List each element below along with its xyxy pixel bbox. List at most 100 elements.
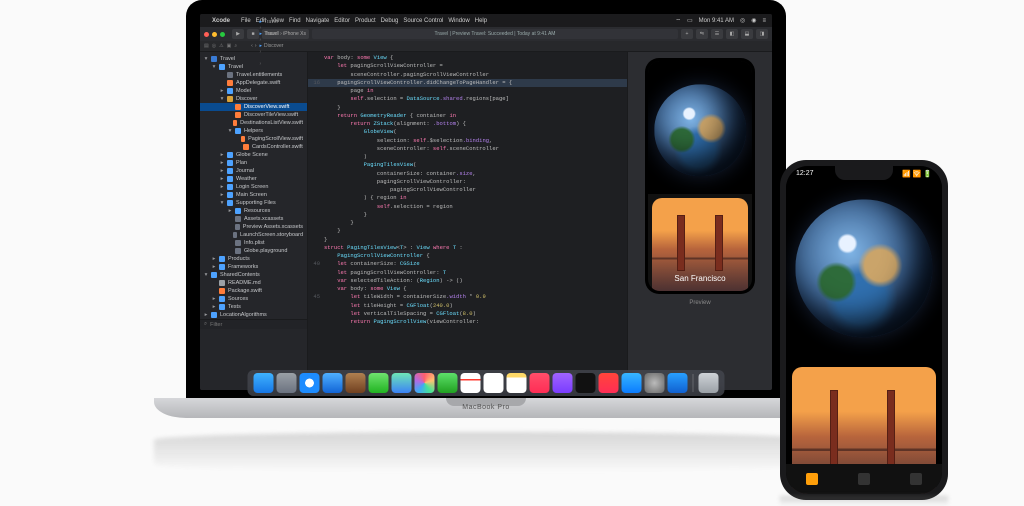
dock-notes-icon[interactable] <box>507 373 527 390</box>
code-line[interactable]: pagingScrollViewController: <box>324 178 466 186</box>
dock-news-icon[interactable] <box>599 373 619 390</box>
navigator-row[interactable]: ▸Globe Scene <box>200 151 307 159</box>
path-segment[interactable]: Travel <box>264 31 278 37</box>
dock-finder-icon[interactable] <box>254 373 274 390</box>
dock-tv-icon[interactable] <box>576 373 596 390</box>
disclosure-triangle-icon[interactable]: ▾ <box>204 272 208 278</box>
navigator-row[interactable]: PagingScrollView.swift <box>200 135 307 143</box>
menu-window[interactable]: Window <box>448 18 469 24</box>
dock-maps-icon[interactable] <box>392 373 412 390</box>
disclosure-triangle-icon[interactable]: ▾ <box>212 64 216 70</box>
dock-calendar-icon[interactable] <box>461 373 481 390</box>
navigator-row[interactable]: Globe.playground <box>200 247 307 255</box>
zoom-window-icon[interactable] <box>220 32 225 37</box>
code-line[interactable]: sceneController: self.sceneController <box>324 145 499 153</box>
navigator-row[interactable]: DiscoverTileView.swift <box>200 111 307 119</box>
run-button[interactable]: ▶ <box>232 29 244 39</box>
dock-launchpad-icon[interactable] <box>277 373 297 390</box>
toggle-bottom-panel-button[interactable]: ⬓ <box>741 29 753 39</box>
disclosure-triangle-icon[interactable]: ▸ <box>220 176 224 182</box>
destination-card[interactable]: San Francisco <box>652 198 748 291</box>
dock-settings-icon[interactable] <box>645 373 665 390</box>
code-line[interactable]: sceneController.pagingScrollViewControll… <box>324 71 489 79</box>
code-line[interactable]: selection: self.$selection.binding, <box>324 137 492 145</box>
minimize-window-icon[interactable] <box>212 32 217 37</box>
code-line[interactable]: containerSize: container.size, <box>324 170 476 178</box>
path-segment[interactable]: Discover <box>264 43 283 49</box>
globe-view[interactable] <box>648 61 752 194</box>
disclosure-triangle-icon[interactable]: ▸ <box>220 88 224 94</box>
battery-icon[interactable]: ▭ <box>687 17 693 24</box>
disclosure-triangle-icon[interactable]: ▸ <box>212 304 216 310</box>
navigator-tabs[interactable]: ▤◎⚠▣⌕ <box>204 43 237 49</box>
navigator-row[interactable]: ▸Tests <box>200 303 307 311</box>
navigator-row[interactable]: ▸Journal <box>200 167 307 175</box>
spotlight-icon[interactable]: ◎ <box>740 17 745 24</box>
globe-view[interactable] <box>786 166 942 363</box>
navigator-row[interactable]: ▸Main Screen <box>200 191 307 199</box>
code-line[interactable]: } <box>324 104 341 112</box>
navigator-row[interactable]: ▾Travel <box>200 55 307 63</box>
dock-photos-icon[interactable] <box>415 373 435 390</box>
toggle-right-panel-button[interactable]: ◨ <box>756 29 768 39</box>
disclosure-triangle-icon[interactable]: ▸ <box>228 208 232 214</box>
disclosure-triangle-icon[interactable]: ▸ <box>220 184 224 190</box>
navigator-row[interactable]: README.md <box>200 279 307 287</box>
menu-navigate[interactable]: Navigate <box>306 18 330 24</box>
disclosure-triangle-icon[interactable]: ▸ <box>204 312 208 318</box>
code-line[interactable]: } <box>324 227 341 235</box>
code-line[interactable]: pagingScrollViewController <box>324 186 476 194</box>
tab-bar[interactable] <box>786 464 942 494</box>
disclosure-triangle-icon[interactable]: ▸ <box>220 192 224 198</box>
dock-trash-icon[interactable] <box>699 373 719 390</box>
swiftui-preview-canvas[interactable]: San Francisco Preview 📌 <box>627 52 772 390</box>
disclosure-triangle-icon[interactable]: ▾ <box>220 200 224 206</box>
dock-contacts-icon[interactable] <box>346 373 366 390</box>
dock-podcasts-icon[interactable] <box>553 373 573 390</box>
code-line[interactable]: } <box>324 211 367 219</box>
dock-facetime-icon[interactable] <box>438 373 458 390</box>
close-window-icon[interactable] <box>204 32 209 37</box>
notification-center-icon[interactable]: ≡ <box>762 18 766 24</box>
navigator-row[interactable]: ▸Products <box>200 255 307 263</box>
navigator-row[interactable]: ▸Plan <box>200 159 307 167</box>
navigator-row[interactable]: LaunchScreen.storyboard <box>200 231 307 239</box>
dock-mail-icon[interactable] <box>323 373 343 390</box>
code-line[interactable]: return PagingScrollView(viewController: <box>324 318 479 326</box>
navigator-row[interactable]: CardsController.swift <box>200 143 307 151</box>
editor-options-button[interactable]: ☰ <box>711 29 723 39</box>
code-line[interactable]: PagingScrollViewController { <box>324 252 430 260</box>
navigator-row[interactable]: ▸Sources <box>200 295 307 303</box>
code-line[interactable]: self.selection = region <box>324 203 453 211</box>
code-editor[interactable]: var body: some View { let pagingScrollVi… <box>308 52 627 390</box>
disclosure-triangle-icon[interactable]: ▾ <box>204 56 208 62</box>
disclosure-triangle-icon[interactable]: ▾ <box>228 128 232 134</box>
dock-appstore-icon[interactable] <box>622 373 642 390</box>
navigator-row[interactable]: Travel.entitlements <box>200 71 307 79</box>
navigator-row[interactable]: ▸LocationAlgorithms <box>200 311 307 319</box>
code-line[interactable]: self.selection = DataSource.shared.regio… <box>324 95 509 103</box>
filter-icon[interactable]: ⌕ <box>204 321 207 328</box>
disclosure-triangle-icon[interactable]: ▸ <box>220 152 224 158</box>
menubar-clock[interactable]: Mon 9:41 AM <box>699 18 734 24</box>
code-line[interactable]: return ZStack(alignment: .bottom) { <box>324 120 466 128</box>
code-line[interactable]: } <box>324 219 354 227</box>
navigator-row[interactable]: ▸Frameworks <box>200 263 307 271</box>
library-button[interactable]: + <box>681 29 693 39</box>
dock-safari-icon[interactable] <box>300 373 320 390</box>
siri-icon[interactable]: ◉ <box>751 17 756 24</box>
preview-device-screen[interactable]: San Francisco <box>648 61 752 291</box>
code-line[interactable]: let pagingScrollViewController = <box>324 62 443 70</box>
navigator-row[interactable]: ▾Helpers <box>200 127 307 135</box>
code-line[interactable]: var body: some View { <box>324 54 393 62</box>
menu-editor[interactable]: Editor <box>334 18 350 24</box>
code-line[interactable]: ) { region in <box>324 194 407 202</box>
iphone-screen[interactable]: 12:27 📶 🛜 🔋 San Francisco <box>786 166 942 494</box>
code-line[interactable]: let containerSize: CGSize <box>324 260 420 268</box>
code-line[interactable]: var selectedTileAction: (Region) -> () <box>324 277 463 285</box>
code-line[interactable]: pagingScrollViewController.didChangeToPa… <box>324 79 512 87</box>
dock-xcode-icon[interactable] <box>668 373 688 390</box>
code-line[interactable]: PagingTilesView( <box>324 161 416 169</box>
code-line[interactable]: let tileHeight = CGFloat(240.0) <box>324 302 453 310</box>
navigator-row[interactable]: AppDelegate.swift <box>200 79 307 87</box>
